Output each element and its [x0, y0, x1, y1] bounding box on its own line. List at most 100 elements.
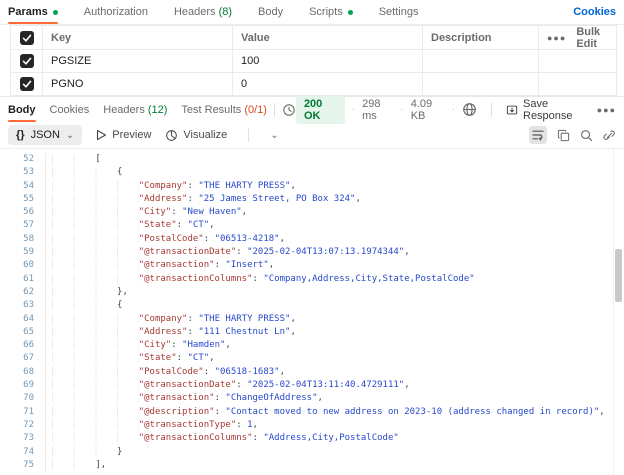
response-toolbar: {} JSON ⌄ Preview Visualize ⌄	[0, 122, 624, 149]
row-checkbox[interactable]	[19, 77, 34, 91]
column-options-icon[interactable]: ●●●	[547, 33, 566, 43]
response-tab-body[interactable]: Body	[8, 97, 36, 122]
gutter	[34, 232, 46, 247]
network-info-button[interactable]	[462, 102, 477, 117]
line-number: 63	[23, 300, 34, 311]
copy-button[interactable]	[557, 129, 570, 142]
param-description-cell[interactable]	[423, 73, 539, 95]
format-dropdown[interactable]: {} JSON ⌄	[8, 125, 83, 145]
line-number: 73	[23, 433, 34, 444]
response-tab-cookies[interactable]: Cookies	[50, 97, 90, 122]
code-line: 73 "@transactionColumns": "Address,City,…	[0, 432, 624, 446]
gutter	[34, 365, 46, 380]
request-tab-headers[interactable]: Headers (8)	[174, 0, 232, 24]
line-number: 52	[23, 154, 34, 164]
tab-count: (0/1)	[244, 103, 267, 116]
visualize-icon	[166, 129, 178, 141]
preview-button[interactable]: Preview	[96, 129, 151, 141]
scrollbar-track[interactable]	[613, 149, 624, 475]
gutter	[34, 312, 46, 326]
tab-label: Params	[8, 6, 48, 18]
param-value-cell[interactable]: 100	[233, 50, 423, 73]
cookies-link[interactable]: Cookies	[573, 6, 616, 18]
code-line: 54 "Company": "THE HARTY PRESS",	[0, 179, 624, 193]
line-number: 69	[23, 380, 34, 391]
chevron-down-icon[interactable]: ⌄	[270, 130, 278, 141]
request-tab-settings[interactable]: Settings	[379, 0, 419, 24]
param-value-cell[interactable]: 0	[233, 73, 423, 95]
request-tab-body[interactable]: Body	[258, 0, 283, 24]
green-dot-icon	[347, 9, 353, 15]
code-line: 69 "@transactionDate": "2025-02-04T13:11…	[0, 379, 624, 393]
save-icon	[506, 105, 518, 114]
copy-icon	[557, 129, 570, 141]
gutter	[34, 339, 46, 353]
line-number: 66	[23, 340, 34, 351]
request-tab-params[interactable]: Params	[8, 0, 58, 24]
row-checkbox[interactable]	[19, 54, 34, 68]
checkbox-checked-icon	[22, 57, 31, 65]
wrap-text-button[interactable]	[529, 126, 547, 144]
request-tab-authorization[interactable]: Authorization	[84, 0, 148, 24]
param-description-cell[interactable]	[423, 50, 539, 73]
dot-separator: ·	[451, 104, 455, 115]
line-number: 70	[23, 393, 34, 404]
code-text: "@transactionColumns": "Address,City,Pos…	[46, 432, 399, 445]
response-time: 298 ms	[362, 97, 381, 122]
code-text: "PostalCode": "06518-1683",	[46, 366, 285, 379]
code-text: [	[46, 153, 101, 166]
chevron-down-icon: ⌄	[65, 129, 75, 141]
line-number: 54	[23, 180, 34, 191]
param-key-cell[interactable]: PGNO	[43, 73, 233, 95]
gutter	[34, 285, 46, 300]
json-code: 52 [53 {54 "Company": "THE HARTY PRESS",…	[0, 149, 624, 473]
code-line: 58 "PostalCode": "06513-4218",	[0, 232, 624, 247]
code-text: "Address": "111 Chestnut Ln",	[46, 326, 296, 339]
line-number: 62	[23, 286, 34, 297]
code-text: "State": "CT",	[46, 352, 215, 365]
response-history-button[interactable]	[282, 103, 296, 117]
line-number: 60	[23, 260, 34, 271]
response-tab-test-results[interactable]: Test Results (0/1)	[181, 97, 267, 122]
gutter	[34, 206, 46, 220]
line-number: 74	[23, 446, 34, 457]
save-response-button[interactable]: Save Response	[506, 98, 590, 122]
request-tab-scripts[interactable]: Scripts	[309, 0, 353, 24]
param-key-cell[interactable]: PGSIZE	[43, 50, 233, 73]
code-text: "Address": "25 James Street, PO Box 324"…	[46, 193, 361, 206]
code-line: 62 },	[0, 285, 624, 300]
toolbar-left: {} JSON ⌄ Preview Visualize ⌄	[8, 125, 279, 145]
response-tab-headers[interactable]: Headers (12)	[103, 97, 167, 122]
search-button[interactable]	[580, 129, 593, 142]
response-body-viewer: 52 [53 {54 "Company": "THE HARTY PRESS",…	[0, 149, 624, 475]
gutter	[34, 352, 46, 366]
code-line: 59 "@transactionDate": "2025-02-04T13:07…	[0, 246, 624, 260]
checkbox-checked-icon	[22, 80, 31, 88]
line-number: 59	[23, 247, 34, 258]
line-number: 65	[23, 326, 34, 337]
code-text: "@transaction": "ChangeOfAddress",	[46, 392, 323, 405]
line-number: 68	[23, 366, 34, 377]
code-line: 74 }	[0, 445, 624, 459]
separator	[273, 102, 275, 117]
response-meta: 200 OK · 298 ms · 4.09 KB · Save Respons…	[295, 95, 616, 124]
code-line: 55 "Address": "25 James Street, PO Box 3…	[0, 192, 624, 207]
tab-label: Cookies	[49, 103, 90, 116]
visualize-button[interactable]: Visualize	[165, 129, 227, 142]
response-more-actions-icon[interactable]: ●●●	[597, 105, 616, 115]
tab-label: Authorization	[83, 6, 148, 18]
select-all-checkbox[interactable]	[19, 30, 34, 45]
tab-label: Scripts	[309, 6, 343, 18]
scrollbar-thumb[interactable]	[615, 249, 622, 302]
params-table: Key Value Description ●●● Bulk Edit PGSI…	[10, 25, 617, 96]
separator	[490, 102, 492, 117]
code-line: 70 "@transaction": "ChangeOfAddress",	[0, 392, 624, 406]
link-icon	[603, 130, 615, 140]
link-button[interactable]	[603, 129, 616, 142]
tab-count: (8)	[218, 6, 233, 18]
dot-separator: ·	[400, 104, 404, 115]
bulk-edit-button[interactable]: Bulk Edit	[576, 26, 604, 49]
code-text: {	[46, 166, 122, 179]
code-line: 75 ],	[0, 458, 624, 473]
gutter	[34, 246, 46, 260]
